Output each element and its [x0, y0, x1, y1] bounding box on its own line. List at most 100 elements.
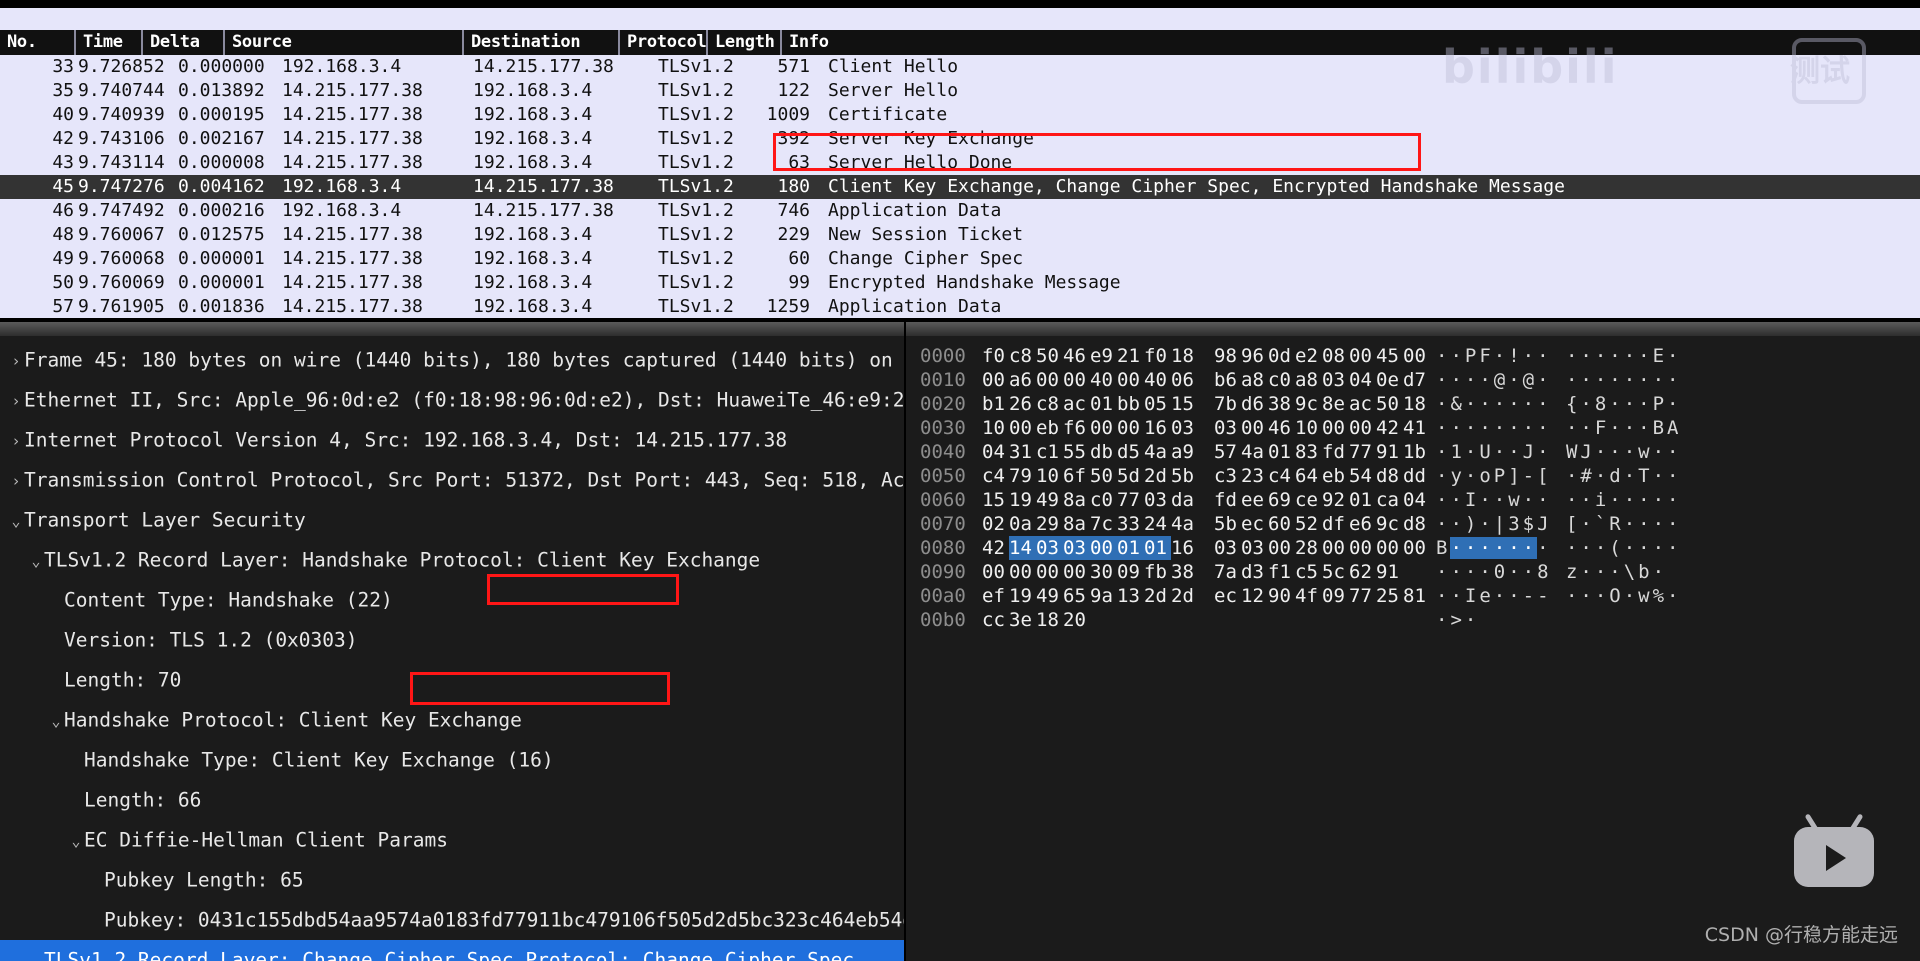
hex-row[interactable]: 00a0 ef 19 49 65 9a 13 2d 2d ec 12 90 4f 09 77 25 81 ··Ie…: [906, 584, 1920, 608]
column-header-no[interactable]: No.: [0, 30, 74, 55]
cell-source: 14.215.177.38: [282, 248, 423, 269]
chevron-right-icon[interactable]: ›: [8, 461, 24, 501]
cell-no: 48: [52, 224, 74, 245]
cell-info: Server Key Exchange: [828, 128, 1034, 149]
detail-tree-item[interactable]: › Transmission Control Protocol, Src Port…: [0, 460, 906, 500]
table-row[interactable]: 49 9.760068 0.000001 14.215.177.38 192.168.3…: [0, 247, 1920, 271]
hex-row[interactable]: 0030 10 00 eb f6 00 00 16 03 03 00 46 10 00 00 42 41 ····…: [906, 416, 1920, 440]
detail-tree-item[interactable]: ⌄ Handshake Protocol: Client Key Exchange: [0, 700, 906, 740]
hex-row[interactable]: 0050 c4 79 10 6f 50 5d 2d 5b c3 23 c4 64 eb 54 d8 dd ·y·o…: [906, 464, 1920, 488]
table-row[interactable]: 48 9.760067 0.012575 14.215.177.38 192.168.3…: [0, 223, 1920, 247]
hex-row[interactable]: 0070 02 0a 29 8a 7c 33 24 4a 5b ec 60 52 df e6 9c d8 ··)·…: [906, 512, 1920, 536]
chevron-right-icon[interactable]: ›: [8, 381, 24, 421]
detail-tree-item[interactable]: Length: 70: [0, 660, 906, 700]
column-header-delta[interactable]: Delta: [141, 30, 223, 55]
detail-tree-label: TLSv1.2 Record Layer: Change Cipher Spec…: [44, 948, 855, 961]
hex-byte: 01: [1349, 489, 1372, 511]
detail-tree-item[interactable]: ⌄ TLSv1.2 Record Layer: Handshake Protoco…: [0, 540, 906, 580]
column-header-info[interactable]: Info: [780, 30, 1920, 55]
cell-destination: 192.168.3.4: [473, 104, 593, 125]
packet-bytes-pane[interactable]: 0000 f0 c8 50 46 e9 21 f0 18 98 96 0d e2 08 00 45 00 ··PF…: [906, 322, 1920, 961]
detail-tree-item[interactable]: ⌄ Transport Layer Security: [0, 500, 906, 540]
chevron-down-icon[interactable]: ⌄: [68, 821, 84, 861]
table-row[interactable]: 45 9.747276 0.004162 192.168.3.4 14.215.177.…: [0, 175, 1920, 199]
table-row[interactable]: 33 9.726852 0.000000 192.168.3.4 14.215.177.…: [0, 55, 1920, 79]
column-header-destination[interactable]: Destination: [462, 30, 618, 55]
detail-tree-item[interactable]: › Internet Protocol Version 4, Src: 192.1…: [0, 420, 906, 460]
packet-list-header[interactable]: No. Time Delta Source Destination Protoc…: [0, 30, 1920, 55]
cell-protocol: TLSv1.2: [658, 152, 734, 173]
hex-byte: 5b: [1214, 513, 1237, 535]
detail-tree-item[interactable]: Content Type: Handshake (22): [0, 580, 906, 620]
hex-row[interactable]: 0020 b1 26 c8 ac 01 bb 05 15 7b d6 38 9c 8e ac 50 18 ·&··…: [906, 392, 1920, 416]
hex-row[interactable]: 0040 04 31 c1 55 db d5 4a a9 57 4a 01 83 fd 77 91 1b ·1·U…: [906, 440, 1920, 464]
chevron-down-icon[interactable]: ⌄: [28, 541, 44, 581]
detail-tree-item[interactable]: Pubkey: 0431c155dbd54aa9574a0183fd77911b…: [0, 900, 906, 940]
packet-detail-pane[interactable]: › Frame 45: 180 bytes on wire (1440 bits)…: [0, 322, 906, 961]
hex-byte: 23: [1241, 465, 1264, 487]
hex-byte: 5d: [1117, 465, 1140, 487]
table-row[interactable]: 35 9.740744 0.013892 14.215.177.38 192.168.3…: [0, 79, 1920, 103]
cell-protocol: TLSv1.2: [658, 104, 734, 125]
chevron-right-icon[interactable]: ›: [8, 421, 24, 461]
hex-byte: 0e: [1376, 369, 1399, 391]
cell-destination: 14.215.177.38: [473, 56, 614, 77]
packet-detail-tree[interactable]: › Frame 45: 180 bytes on wire (1440 bits)…: [0, 340, 906, 961]
column-header-length[interactable]: Length: [706, 30, 780, 55]
hex-row[interactable]: 0090 00 00 00 00 30 09 fb 38 7a d3 f1 c5 5c 62 91 ····0·…: [906, 560, 1920, 584]
detail-tree-item[interactable]: Length: 66: [0, 780, 906, 820]
detail-tree-item[interactable]: › Ethernet II, Src: Apple_96:0d:e2 (f0:18…: [0, 380, 906, 420]
hex-byte: 50: [1090, 465, 1113, 487]
packet-list-rows[interactable]: 33 9.726852 0.000000 192.168.3.4 14.215.177.…: [0, 55, 1920, 322]
chevron-down-icon[interactable]: ⌄: [8, 501, 24, 541]
hex-offset: 0030: [920, 417, 966, 439]
table-row[interactable]: 42 9.743106 0.002167 14.215.177.38 192.168.3…: [0, 127, 1920, 151]
detail-tree-item[interactable]: Pubkey Length: 65: [0, 860, 906, 900]
detail-tree-item[interactable]: › Frame 45: 180 bytes on wire (1440 bits)…: [0, 340, 906, 380]
hex-bytes: f0 c8 50 46 e9 21 f0 18 98 96 0d e2 08 00 45 00: [982, 344, 1430, 368]
table-row[interactable]: 40 9.740939 0.000195 14.215.177.38 192.168.3…: [0, 103, 1920, 127]
hex-row[interactable]: 00b0 cc 3e 18 20 ·>·: [906, 608, 1920, 632]
hex-byte: 08: [1322, 345, 1345, 367]
hex-byte: 00: [1090, 417, 1113, 439]
hex-byte: 45: [1376, 345, 1399, 367]
hex-offset: 0060: [920, 489, 966, 511]
hex-byte: 6f: [1063, 465, 1086, 487]
hex-byte: 2d: [1144, 585, 1167, 607]
detail-scrollbar[interactable]: [0, 322, 906, 336]
packet-list-pane[interactable]: No. Time Delta Source Destination Protoc…: [0, 0, 1920, 322]
cell-source: 192.168.3.4: [282, 176, 402, 197]
column-header-protocol[interactable]: Protocol: [618, 30, 707, 55]
detail-tree-item[interactable]: ⌄ TLSv1.2 Record Layer: Change Cipher Spe…: [0, 940, 906, 961]
hex-row[interactable]: 0060 15 19 49 8a c0 77 03 da fd ee 69 ce 92 01 ca 04 ··I·…: [906, 488, 1920, 512]
table-row[interactable]: 43 9.743114 0.000008 14.215.177.38 192.168.3…: [0, 151, 1920, 175]
column-header-source[interactable]: Source: [223, 30, 462, 55]
detail-tree-item[interactable]: Version: TLS 1.2 (0x0303): [0, 620, 906, 660]
chevron-right-icon[interactable]: ›: [8, 341, 24, 381]
hex-byte: 21: [1117, 345, 1140, 367]
hex-row[interactable]: 0000 f0 c8 50 46 e9 21 f0 18 98 96 0d e2 08 00 45 00 ··PF…: [906, 344, 1920, 368]
hex-byte: 1b: [1403, 441, 1426, 463]
table-row[interactable]: 46 9.747492 0.000216 192.168.3.4 14.215.177.…: [0, 199, 1920, 223]
hex-byte: eb: [1322, 465, 1345, 487]
bytes-scrollbar[interactable]: [906, 322, 1920, 336]
hex-dump[interactable]: 0000 f0 c8 50 46 e9 21 f0 18 98 96 0d e2 08 00 45 00 ··PF…: [906, 344, 1920, 632]
chevron-down-icon[interactable]: ⌄: [48, 701, 64, 741]
table-row[interactable]: 57 9.761905 0.001836 14.215.177.38 192.168.3…: [0, 295, 1920, 319]
hex-offset: 0040: [920, 441, 966, 463]
chevron-down-icon[interactable]: ⌄: [28, 941, 44, 961]
hex-byte: 00: [1063, 369, 1086, 391]
detail-tree-item[interactable]: Handshake Type: Client Key Exchange (16): [0, 740, 906, 780]
hex-byte: 00: [1376, 537, 1399, 559]
table-row[interactable]: 50 9.760069 0.000001 14.215.177.38 192.168.3…: [0, 271, 1920, 295]
hex-row[interactable]: 0080 42 14 03 03 00 01 01 16 03 03 00 28 00 00 00 00 B···…: [906, 536, 1920, 560]
bilibili-tv-logo-icon: [1794, 813, 1874, 887]
hex-byte: 64: [1295, 465, 1318, 487]
hex-byte: b1: [982, 393, 1005, 415]
hex-bytes: 02 0a 29 8a 7c 33 24 4a 5b ec 60 52 df e6 9c d8: [982, 512, 1430, 536]
hex-ascii: ··I··w·· ··i·····: [1436, 489, 1682, 511]
cell-delta: 0.000216: [178, 200, 265, 221]
detail-tree-item[interactable]: ⌄ EC Diffie-Hellman Client Params: [0, 820, 906, 860]
column-header-time[interactable]: Time: [74, 30, 141, 55]
hex-row[interactable]: 0010 00 a6 00 00 40 00 40 06 b6 a8 c0 a8 03 04 0e d7 ····…: [906, 368, 1920, 392]
